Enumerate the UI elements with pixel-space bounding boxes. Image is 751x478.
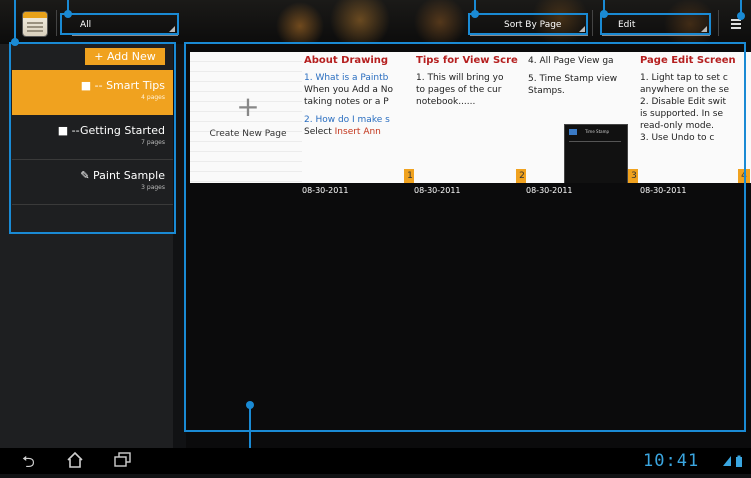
divider bbox=[56, 10, 57, 36]
callout-frame-sidebar bbox=[9, 42, 176, 234]
callout-frame-filter bbox=[60, 13, 179, 35]
callout-line bbox=[14, 0, 16, 42]
system-navigation-bar bbox=[0, 448, 751, 474]
callout-dot bbox=[64, 10, 72, 18]
notebook-app-icon[interactable] bbox=[23, 12, 47, 36]
callout-dot bbox=[737, 12, 745, 20]
callout-frame-sort bbox=[468, 13, 588, 35]
recent-apps-icon[interactable] bbox=[114, 452, 132, 468]
status-clock: 10:41 bbox=[643, 451, 700, 471]
callout-frame-pages bbox=[184, 42, 746, 432]
callout-dot bbox=[600, 10, 608, 18]
callout-dot bbox=[471, 10, 479, 18]
callout-dot bbox=[11, 38, 19, 46]
overflow-menu-icon[interactable] bbox=[731, 19, 741, 29]
wifi-battery-icons bbox=[722, 453, 746, 469]
callout-frame-edit bbox=[600, 13, 711, 35]
divider bbox=[592, 10, 593, 36]
home-icon[interactable] bbox=[66, 451, 84, 469]
divider bbox=[718, 10, 719, 36]
